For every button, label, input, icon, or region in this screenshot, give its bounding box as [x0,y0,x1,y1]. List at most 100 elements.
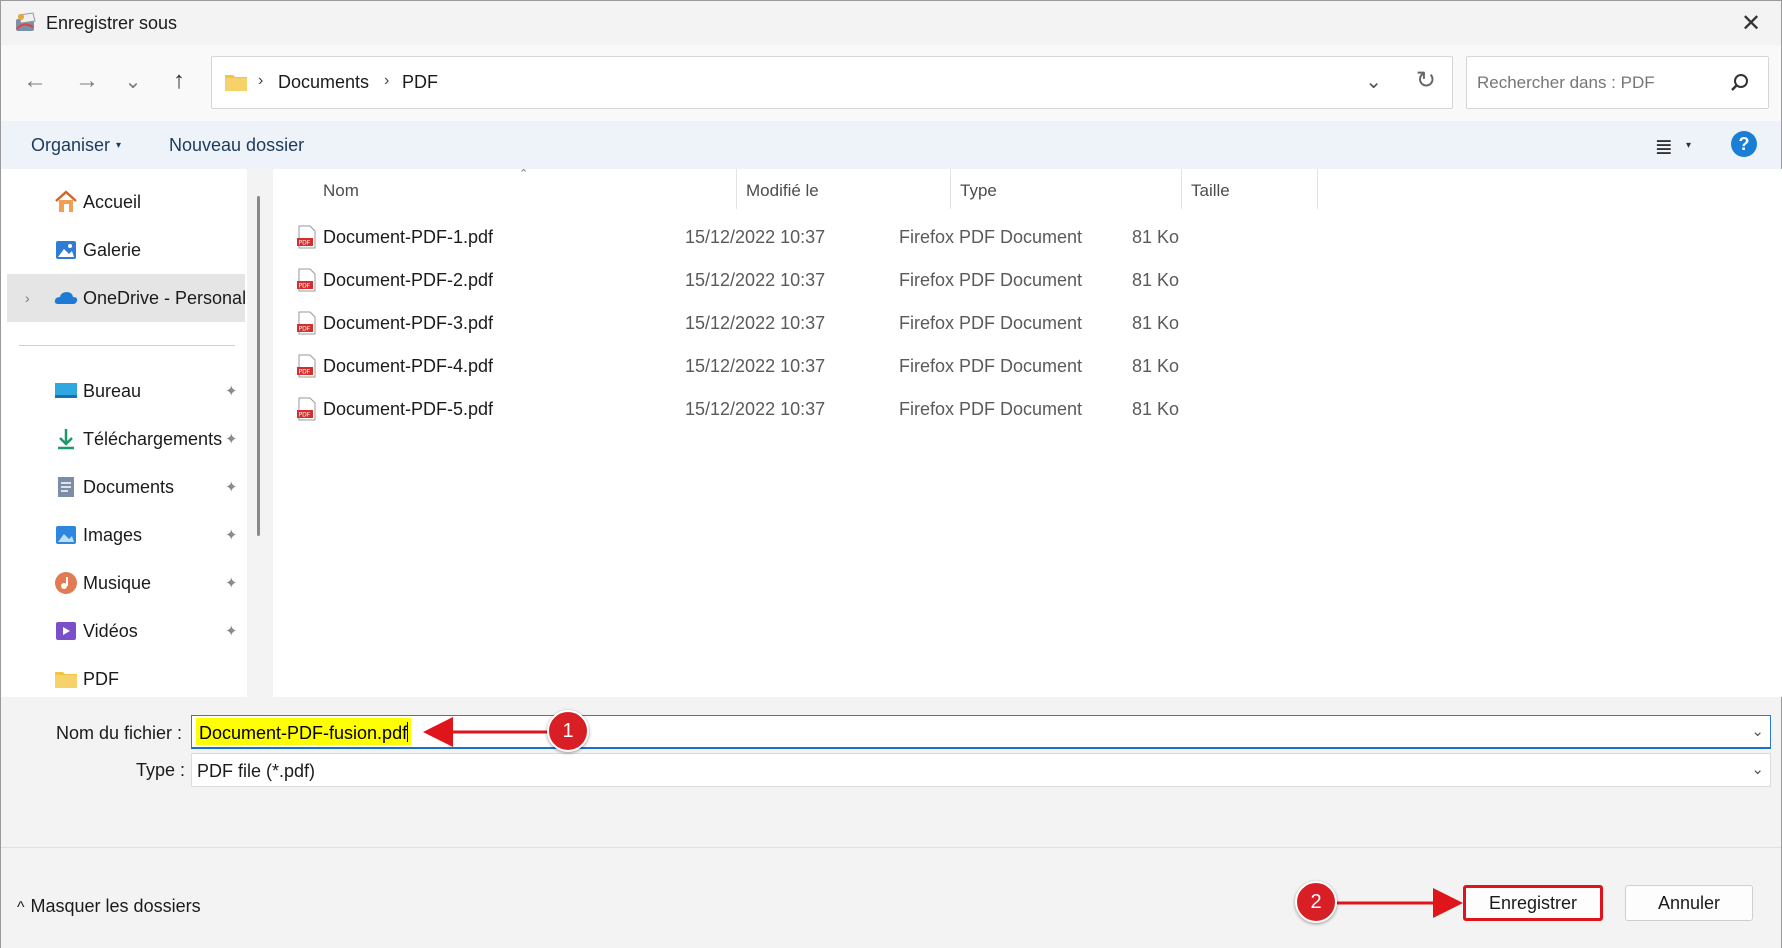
file-type: Firefox PDF Document [899,227,1083,247]
file-type: Firefox PDF Document [899,313,1083,333]
column-header-modified[interactable]: Modifié le [746,181,819,201]
column-header-size[interactable]: Taille [1191,181,1230,201]
onedrive-icon [54,292,78,304]
home-icon [55,190,77,212]
pin-icon: ✦ [225,527,238,544]
save-button[interactable]: Enregistrer [1463,885,1603,921]
svg-text:PDF: PDF [299,240,311,247]
sidebar-item-accueil[interactable]: Accueil [7,178,245,226]
sort-ascending-icon: ⌃ [519,168,529,180]
sidebar-item-label: OneDrive - Personal [83,287,247,308]
sidebar-item-label: Documents [83,476,175,497]
folder-icon [55,672,77,688]
file-modified: 15/12/2022 10:37 [685,399,826,419]
sidebar-scrollbar[interactable] [257,196,260,536]
images-icon [56,526,76,544]
sidebar-item-musique[interactable]: Musique ✦ [7,559,245,607]
navigation-pane: Accueil Galerie › OneDrive - Personal Bu… [1,169,247,697]
search-input[interactable]: Rechercher dans : PDF [1477,73,1655,93]
file-name: Document-PDF-1.pdf [323,227,494,247]
file-type-value: PDF file (*.pdf) [197,761,316,781]
view-options-caret-icon[interactable]: ▾ [1686,140,1691,151]
svg-text:PDF: PDF [299,369,311,376]
file-row[interactable]: PDF Document-PDF-4.pdf 15/12/2022 10:37 … [297,348,1397,388]
sidebar-item-onedrive[interactable]: › OneDrive - Personal [7,274,247,322]
organize-caret-icon: ▾ [116,140,122,151]
videos-icon [56,622,76,640]
file-size: 81 Ko [1131,227,1179,247]
refresh-icon[interactable]: ↻ [1416,66,1436,95]
help-icon[interactable]: ? [1731,131,1757,157]
filename-dropdown-icon[interactable]: ⌄ [1751,722,1764,740]
sidebar-item-documents[interactable]: Documents ✦ [7,463,245,511]
music-icon [55,572,77,594]
sidebar-item-label: Images [83,524,143,545]
sidebar-item-pdf[interactable]: PDF [7,655,245,703]
file-type-dropdown-icon[interactable]: ⌄ [1751,760,1764,778]
command-bar: Organiser ▾ Nouveau dossier ≣ ▾ ? [1,121,1781,169]
search-icon[interactable] [1730,73,1750,93]
save-as-dialog: Enregistrer sous ✕ ← → ⌄ ↑ › Documents ›… [0,0,1782,948]
up-button[interactable]: ↑ [161,63,197,99]
column-separator[interactable] [1317,169,1318,209]
file-type: Firefox PDF Document [899,356,1083,376]
pdf-file-icon: PDF [297,225,316,249]
expand-chevron-icon[interactable]: › [25,290,30,306]
sidebar-item-videos[interactable]: Vidéos ✦ [7,607,245,655]
annotation-badge-2: 2 [1295,881,1337,923]
column-header-name[interactable]: Nom [323,181,359,201]
column-separator[interactable] [950,169,951,209]
svg-text:PDF: PDF [299,412,311,419]
breadcrumb-pdf[interactable]: PDF [402,72,438,93]
file-name: Document-PDF-4.pdf [323,356,494,376]
pdf-file-icon: PDF [297,354,316,378]
column-separator[interactable] [736,169,737,209]
type-label: Type : [136,760,186,780]
annotation-badge-1: 1 [547,710,589,752]
file-row[interactable]: PDF Document-PDF-2.pdf 15/12/2022 10:37 … [297,262,1397,302]
file-list: ⌃ Nom Modifié le Type Taille PDF Documen… [273,168,1782,697]
forward-button[interactable]: → [69,63,105,99]
recent-locations-button[interactable]: ⌄ [115,63,151,99]
file-modified: 15/12/2022 10:37 [685,227,826,247]
filename-field[interactable]: Document-PDF-fusion.pdf ⌄ [191,715,1771,749]
column-header-type[interactable]: Type [960,181,997,201]
search-box[interactable]: Rechercher dans : PDF [1466,56,1769,109]
pdf-file-icon: PDF [297,268,316,292]
sidebar-item-telechargements[interactable]: Téléchargements ✦ [7,415,245,463]
file-name: Document-PDF-3.pdf [323,313,494,333]
sidebar-item-label: Galerie [83,239,142,260]
pin-icon: ✦ [225,479,238,496]
sidebar-item-galerie[interactable]: Galerie [7,226,245,274]
file-row[interactable]: PDF Document-PDF-3.pdf 15/12/2022 10:37 … [297,305,1397,345]
sidebar-item-images[interactable]: Images ✦ [7,511,245,559]
file-modified: 15/12/2022 10:37 [685,270,826,290]
title-bar: Enregistrer sous ✕ [1,1,1781,45]
address-bar[interactable]: › Documents › PDF ⌄ ↻ [211,56,1453,109]
file-type: Firefox PDF Document [899,399,1083,419]
file-type-select[interactable]: PDF file (*.pdf) ⌄ [191,753,1771,787]
back-button[interactable]: ← [17,63,53,99]
sidebar-item-label: PDF [83,668,119,689]
svg-text:PDF: PDF [299,326,311,333]
file-size: 81 Ko [1131,399,1179,419]
pdf-file-icon: PDF [297,397,316,421]
cancel-button[interactable]: Annuler [1625,885,1753,921]
pin-icon: ✦ [225,431,238,448]
sidebar-item-bureau[interactable]: Bureau ✦ [7,367,245,415]
breadcrumb-documents[interactable]: Documents [278,72,369,93]
column-separator[interactable] [1181,169,1182,209]
hide-folders-button[interactable]: ^ Masquer les dossiers [17,896,201,917]
file-row[interactable]: PDF Document-PDF-5.pdf 15/12/2022 10:37 … [297,391,1397,431]
pin-icon: ✦ [225,383,238,400]
file-name: Document-PDF-2.pdf [323,270,494,290]
close-button[interactable]: ✕ [1733,7,1769,39]
view-options-icon[interactable]: ≣ [1655,134,1673,160]
organize-button[interactable]: Organiser ▾ [31,135,121,156]
app-icon [16,12,36,31]
pin-icon: ✦ [225,623,238,640]
file-row[interactable]: PDF Document-PDF-1.pdf 15/12/2022 10:37 … [297,219,1397,259]
address-dropdown-icon[interactable]: ⌄ [1365,69,1382,94]
new-folder-button[interactable]: Nouveau dossier [169,135,304,156]
filename-value[interactable]: Document-PDF-fusion.pdf [196,718,412,745]
